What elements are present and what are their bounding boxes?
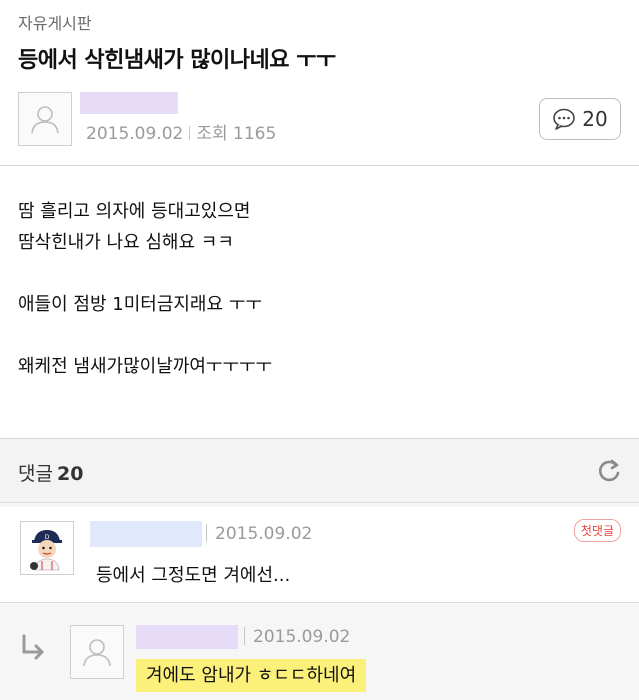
- comments-count: 20: [56, 463, 84, 485]
- views-count: 1165: [233, 124, 277, 144]
- replier-avatar[interactable]: [70, 625, 124, 679]
- body-line: 왜케전 냄새가많이날까여ㅜㅜㅜㅜ: [18, 356, 273, 377]
- first-comment-badge: 첫댓글: [573, 519, 621, 542]
- comment-meta-divider: [206, 524, 207, 542]
- post-body: 땀 흘리고 의자에 등대고있으면 땀삭힌내가 나요 심해요 ㅋㅋ 애들이 점방 …: [18, 196, 272, 382]
- reply-meta: 2015.09.02: [244, 627, 350, 647]
- comment-count-button[interactable]: 20: [539, 98, 621, 140]
- reply-arrow-icon: [22, 634, 44, 660]
- refresh-icon[interactable]: [595, 457, 623, 485]
- commenter-avatar[interactable]: D: [20, 521, 74, 575]
- person-placeholder-icon: [31, 106, 59, 134]
- comment-text: 등에서 그정도면 겨에선...: [96, 565, 291, 586]
- comments-header-label: 댓글 20: [18, 459, 83, 486]
- comment-meta: 2015.09.02: [206, 524, 312, 544]
- header-divider: [0, 165, 639, 166]
- body-blank-line: [18, 320, 272, 351]
- reply-text-wrap: 겨에도 암내가 ㅎㄷㄷ하네여: [136, 659, 367, 692]
- author-name-redacted[interactable]: [80, 92, 178, 114]
- body-line: 땀삭힌내가 나요 심해요 ㅋㅋ: [18, 232, 234, 253]
- board-name[interactable]: 자유게시판: [18, 10, 92, 34]
- body-blank-line: [18, 258, 272, 289]
- post-title: 등에서 삭힌냄새가 많이나네요 ㅜㅜ: [18, 48, 336, 73]
- comment-count: 20: [582, 107, 608, 131]
- commenter-name-redacted[interactable]: [90, 521, 202, 547]
- comment-date: 2015.09.02: [215, 524, 313, 544]
- post-date: 2015.09.02: [86, 124, 184, 144]
- reply-text: 겨에도 암내가 ㅎㄷㄷ하네여: [136, 659, 367, 692]
- author-avatar[interactable]: [18, 92, 72, 146]
- post-meta: 2015.09.02 조회 1165: [86, 119, 276, 144]
- body-line: 애들이 점방 1미터금지래요 ㅜㅜ: [18, 294, 262, 315]
- replier-name-redacted[interactable]: [136, 625, 238, 649]
- comments-label: 댓글: [18, 463, 53, 485]
- author-row: 2015.09.02 조회 1165 20: [18, 92, 621, 148]
- meta-divider: [189, 126, 191, 140]
- speech-bubble-icon: [553, 108, 576, 130]
- reply-date: 2015.09.02: [253, 627, 351, 647]
- character-avatar-icon: D: [30, 530, 62, 571]
- body-line: 땀 흘리고 의자에 등대고있으면: [18, 201, 251, 222]
- views-label: 조회: [196, 124, 228, 144]
- svg-text:D: D: [45, 534, 50, 541]
- comment-item: D 2015.09.02 첫댓글 등에서 그정도면 겨에선...: [0, 507, 639, 603]
- comments-section: 댓글 20 D 2015.09.02 첫댓글 등에서 그정도면 겨에선... 2…: [0, 438, 639, 700]
- comments-header: 댓글 20: [0, 439, 639, 503]
- person-placeholder-icon: [83, 639, 111, 667]
- reply-meta-divider: [244, 627, 245, 645]
- reply-item: 2015.09.02 겨에도 암내가 ㅎㄷㄷ하네여: [0, 607, 639, 700]
